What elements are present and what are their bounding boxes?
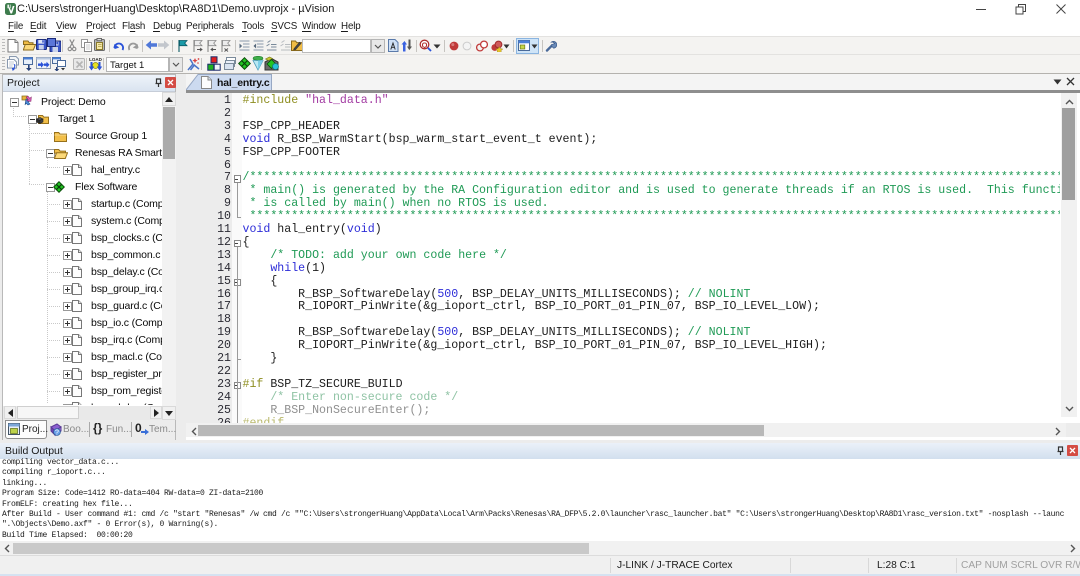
svg-text:?: ? [55,430,59,437]
svg-text:LOAD: LOAD [89,57,102,62]
